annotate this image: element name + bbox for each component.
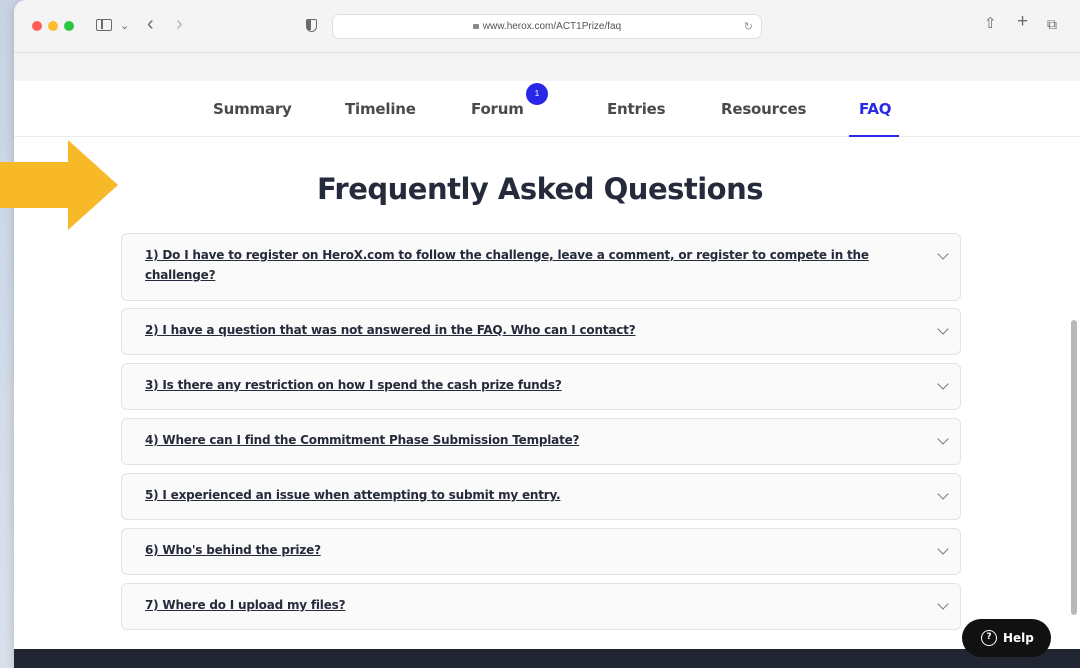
- faq-question[interactable]: 4) Where can I find the Commitment Phase…: [145, 430, 885, 450]
- tab-forum[interactable]: Forum: [471, 100, 524, 118]
- page-footer: [14, 649, 1080, 668]
- chevron-down-icon[interactable]: [937, 598, 949, 610]
- tab-overview-icon[interactable]: ⧉: [1047, 16, 1057, 32]
- forward-icon[interactable]: ›: [176, 14, 183, 34]
- lock-icon: [472, 24, 479, 29]
- new-tab-icon[interactable]: +: [1017, 12, 1028, 31]
- faq-question[interactable]: 7) Where do I upload my files?: [145, 595, 885, 615]
- close-window-button[interactable]: [32, 21, 42, 31]
- zoom-window-button[interactable]: [64, 21, 74, 31]
- faq-question[interactable]: 3) Is there any restriction on how I spe…: [145, 375, 885, 395]
- tab-timeline[interactable]: Timeline: [345, 100, 416, 118]
- faq-question[interactable]: 6) Who's behind the prize?: [145, 540, 885, 560]
- tab-faq[interactable]: FAQ: [859, 100, 891, 118]
- chevron-down-icon[interactable]: ⌄: [120, 18, 129, 34]
- sidebar-toggle-icon[interactable]: [96, 19, 112, 31]
- faq-item-3[interactable]: 3) Is there any restriction on how I spe…: [121, 363, 961, 410]
- chevron-down-icon[interactable]: [937, 543, 949, 555]
- faq-question[interactable]: 2) I have a question that was not answer…: [145, 320, 885, 340]
- tab-summary[interactable]: Summary: [213, 100, 292, 118]
- chevron-down-icon[interactable]: [937, 433, 949, 445]
- faq-item-7[interactable]: 7) Where do I upload my files?: [121, 583, 961, 630]
- page-header-strip: [14, 53, 1080, 81]
- faq-item-6[interactable]: 6) Who's behind the prize?: [121, 528, 961, 575]
- help-button[interactable]: ? Help: [962, 619, 1051, 657]
- question-circle-icon: ?: [981, 630, 997, 646]
- annotation-arrow-shape: [0, 140, 118, 230]
- browser-toolbar: ⌄ ‹ › www.herox.com/ACT1Prize/faq ↻ ⇧ + …: [14, 0, 1080, 53]
- arrow-right-icon: [0, 140, 118, 230]
- faq-question[interactable]: 1) Do I have to register on HeroX.com to…: [145, 245, 885, 285]
- faq-item-5[interactable]: 5) I experienced an issue when attemptin…: [121, 473, 961, 520]
- tab-entries[interactable]: Entries: [607, 100, 666, 118]
- chevron-down-icon[interactable]: [937, 323, 949, 335]
- url-text: www.herox.com/ACT1Prize/faq: [482, 21, 622, 32]
- browser-window: ⌄ ‹ › www.herox.com/ACT1Prize/faq ↻ ⇧ + …: [14, 0, 1080, 668]
- forum-notification-badge: 1: [526, 83, 548, 105]
- share-icon[interactable]: ⇧: [984, 16, 997, 32]
- page-scrollbar[interactable]: [1071, 320, 1077, 615]
- back-icon[interactable]: ‹: [147, 14, 154, 34]
- chevron-down-icon[interactable]: [937, 488, 949, 500]
- privacy-shield-icon[interactable]: [306, 19, 317, 32]
- address-bar[interactable]: www.herox.com/ACT1Prize/faq ↻: [332, 14, 762, 39]
- faq-item-2[interactable]: 2) I have a question that was not answer…: [121, 308, 961, 355]
- tab-resources[interactable]: Resources: [721, 100, 806, 118]
- faq-question[interactable]: 5) I experienced an issue when attemptin…: [145, 485, 885, 505]
- minimize-window-button[interactable]: [48, 21, 58, 31]
- faq-item-4[interactable]: 4) Where can I find the Commitment Phase…: [121, 418, 961, 465]
- faq-item-1[interactable]: 1) Do I have to register on HeroX.com to…: [121, 233, 961, 301]
- chevron-down-icon[interactable]: [937, 248, 949, 260]
- chevron-down-icon[interactable]: [937, 378, 949, 390]
- challenge-tab-nav: Summary Timeline Forum 1 Entries Resourc…: [14, 81, 1080, 137]
- help-button-label: Help: [1003, 631, 1034, 645]
- reload-icon[interactable]: ↻: [744, 20, 753, 33]
- page-title: Frequently Asked Questions: [316, 172, 764, 206]
